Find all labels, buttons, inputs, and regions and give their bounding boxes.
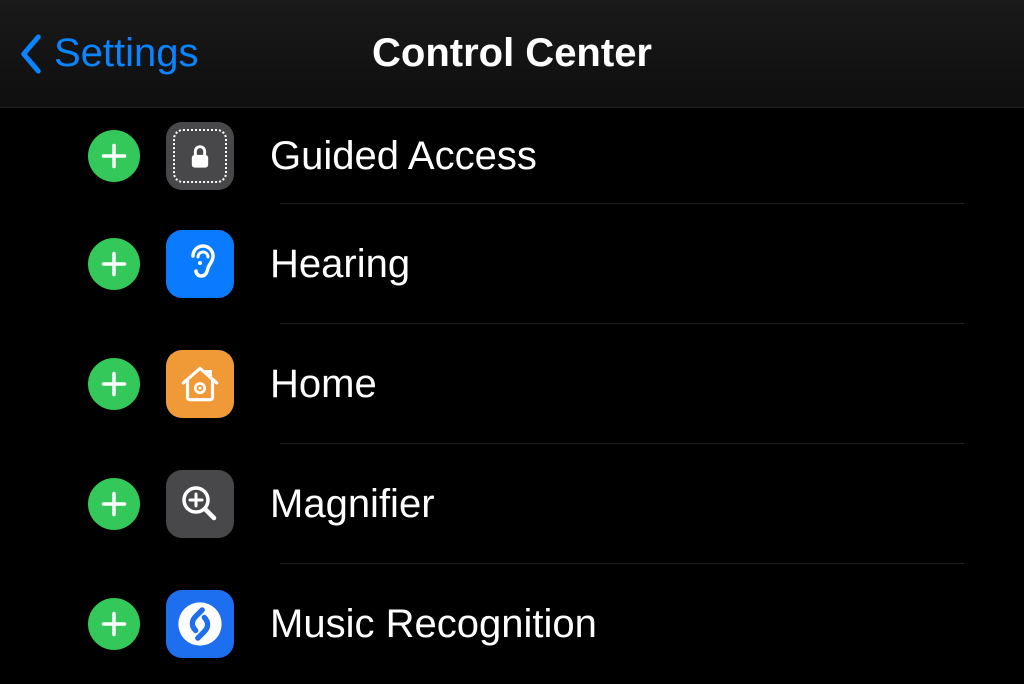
list-item-magnifier[interactable]: Magnifier bbox=[60, 444, 964, 564]
page-title: Control Center bbox=[372, 31, 652, 76]
nav-bar: Settings Control Center bbox=[0, 0, 1024, 108]
back-label: Settings bbox=[54, 31, 199, 76]
list-item-hearing[interactable]: Hearing bbox=[60, 204, 964, 324]
add-button[interactable] bbox=[88, 238, 140, 290]
list-item-music-recognition[interactable]: Music Recognition bbox=[60, 564, 964, 684]
item-label: Home bbox=[270, 362, 377, 407]
item-label: Guided Access bbox=[270, 134, 537, 179]
back-button[interactable]: Settings bbox=[18, 31, 199, 76]
house-icon bbox=[166, 350, 234, 418]
add-button[interactable] bbox=[88, 358, 140, 410]
lock-icon bbox=[166, 122, 234, 190]
list-item-home[interactable]: Home bbox=[60, 324, 964, 444]
add-button[interactable] bbox=[88, 130, 140, 182]
item-label: Hearing bbox=[270, 242, 410, 287]
chevron-left-icon bbox=[18, 32, 44, 76]
magnifier-icon bbox=[166, 470, 234, 538]
control-center-list: Guided Access Hearing bbox=[0, 108, 1024, 684]
shazam-icon bbox=[166, 590, 234, 658]
add-button[interactable] bbox=[88, 598, 140, 650]
ear-icon bbox=[166, 230, 234, 298]
list-item-guided-access[interactable]: Guided Access bbox=[60, 108, 964, 204]
item-label: Magnifier bbox=[270, 482, 435, 527]
item-label: Music Recognition bbox=[270, 602, 597, 647]
add-button[interactable] bbox=[88, 478, 140, 530]
